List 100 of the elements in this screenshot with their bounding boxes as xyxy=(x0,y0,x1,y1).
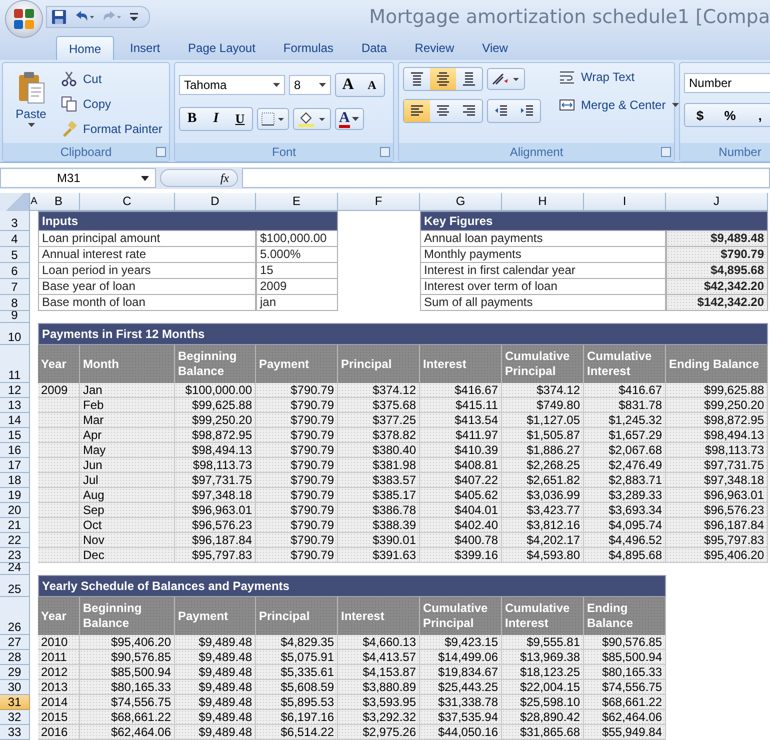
column-header[interactable]: E xyxy=(256,193,338,211)
row-header[interactable]: 19 xyxy=(0,488,30,503)
row-header[interactable]: 15 xyxy=(0,428,30,443)
row-header[interactable]: 5 xyxy=(0,247,30,263)
font-size-field[interactable]: 8 xyxy=(289,75,331,95)
number-format-field[interactable]: Number xyxy=(684,73,770,93)
underline-button[interactable]: U xyxy=(228,108,252,130)
table-cell: $99,250.20 xyxy=(666,398,768,413)
ribbon-tab[interactable]: Home xyxy=(56,36,114,60)
row-header[interactable]: 13 xyxy=(0,398,30,413)
italic-button[interactable]: I xyxy=(204,108,228,130)
ribbon-tab[interactable]: Formulas xyxy=(271,36,346,60)
row-header[interactable]: 31 xyxy=(0,695,30,710)
ribbon-tab[interactable]: Review xyxy=(402,36,466,60)
row-header[interactable]: 30 xyxy=(0,680,30,695)
row-header[interactable]: 16 xyxy=(0,443,30,458)
shrink-font-button[interactable]: A xyxy=(360,74,384,96)
table-cell: 2009 xyxy=(38,383,80,398)
wrap-text-button[interactable]: Wrap Text xyxy=(557,67,681,87)
row-header[interactable]: 22 xyxy=(0,533,30,548)
table-cell: $378.82 xyxy=(338,428,420,443)
ribbon-tab[interactable]: Insert xyxy=(118,36,172,60)
table-cell: 2015 xyxy=(38,710,80,725)
column-header[interactable]: D xyxy=(175,193,256,211)
row-header[interactable]: 17 xyxy=(0,458,30,473)
paste-button[interactable]: Paste xyxy=(7,67,55,143)
ribbon-tab[interactable]: Page Layout xyxy=(176,36,268,60)
column-header[interactable]: A xyxy=(30,193,38,211)
row-header[interactable]: 18 xyxy=(0,473,30,488)
column-header[interactable]: H xyxy=(502,193,584,211)
row-header[interactable]: 33 xyxy=(0,725,30,740)
dialog-launcher-icon[interactable] xyxy=(661,147,671,157)
clipboard-icon xyxy=(16,71,46,105)
row-header[interactable]: 20 xyxy=(0,503,30,518)
table-cell: $98,494.13 xyxy=(175,443,256,458)
left-align-button[interactable] xyxy=(404,100,430,122)
column-header[interactable]: B xyxy=(38,193,80,211)
fill-color-button[interactable] xyxy=(293,108,331,130)
office-button[interactable] xyxy=(6,0,42,36)
dialog-launcher-icon[interactable] xyxy=(156,147,166,157)
row-header[interactable]: 29 xyxy=(0,665,30,680)
column-header[interactable]: J xyxy=(666,193,768,211)
font-name-field[interactable]: Tahoma xyxy=(179,75,285,95)
ribbon-tab[interactable]: Data xyxy=(349,36,399,60)
table-cell: $98,113.73 xyxy=(666,443,768,458)
table-cell: Jun xyxy=(80,458,175,473)
scissors-icon xyxy=(61,71,77,87)
table-cell: $388.39 xyxy=(338,518,420,533)
row-header[interactable]: 3 xyxy=(0,211,30,231)
ribbon-tab[interactable]: View xyxy=(470,36,520,60)
row-header[interactable]: 23 xyxy=(0,548,30,563)
bold-button[interactable]: B xyxy=(180,108,204,130)
row-header[interactable]: 10 xyxy=(0,323,30,345)
row-header[interactable]: 4 xyxy=(0,231,30,247)
insert-function-button[interactable]: fx xyxy=(160,169,238,187)
row-header[interactable]: 7 xyxy=(0,279,30,295)
row-header[interactable]: 25 xyxy=(0,575,30,597)
row-header[interactable]: 28 xyxy=(0,650,30,665)
row-header[interactable]: 14 xyxy=(0,413,30,428)
painter-button[interactable]: Format Painter xyxy=(59,119,164,139)
table-cell: $3,292.32 xyxy=(338,710,420,725)
column-header[interactable]: G xyxy=(420,193,502,211)
orientation-button[interactable] xyxy=(487,68,525,90)
name-box[interactable]: M31 xyxy=(0,168,156,188)
dialog-launcher-icon[interactable] xyxy=(380,147,390,157)
row-header[interactable]: 11 xyxy=(0,345,30,383)
column-header[interactable]: C xyxy=(80,193,175,211)
save-icon[interactable] xyxy=(51,8,67,24)
row-header[interactable]: 32 xyxy=(0,710,30,725)
copy-button[interactable]: Copy xyxy=(59,94,164,114)
customize-caret-icon[interactable] xyxy=(129,10,139,22)
column-heading: Payment xyxy=(256,345,338,383)
column-header[interactable]: F xyxy=(338,193,420,211)
table-cell: $374.12 xyxy=(338,383,420,398)
row-header[interactable]: 26 xyxy=(0,597,30,635)
table-cell: $74,556.75 xyxy=(584,680,666,695)
formula-input-field[interactable] xyxy=(242,168,770,188)
table-cell: $4,895.68 xyxy=(584,548,666,563)
row-header[interactable]: 8 xyxy=(0,295,30,311)
number-format-button[interactable]: $ xyxy=(685,104,715,126)
middle-align-button[interactable] xyxy=(430,68,456,90)
table-cell: $90,576.85 xyxy=(80,650,175,665)
number-format-button[interactable]: , xyxy=(745,104,770,126)
table-cell: $2,651.82 xyxy=(502,473,584,488)
table-cell: $3,423.77 xyxy=(502,503,584,518)
increase-indent-icon xyxy=(520,104,534,118)
row-header[interactable]: 21 xyxy=(0,518,30,533)
row-header[interactable]: 27 xyxy=(0,635,30,650)
grow-font-button[interactable]: A xyxy=(336,74,360,96)
cut-button[interactable]: Cut xyxy=(59,69,164,89)
number-format-button[interactable]: % xyxy=(715,104,745,126)
borders-button[interactable] xyxy=(257,108,289,130)
table-cell: $98,872.95 xyxy=(175,428,256,443)
row-header[interactable]: 6 xyxy=(0,263,30,279)
column-header[interactable]: I xyxy=(584,193,666,211)
row-header[interactable]: 12 xyxy=(0,383,30,398)
column-heading: Principal xyxy=(338,345,420,383)
merge-center-button[interactable]: Merge & Center xyxy=(557,95,681,115)
font-color-button[interactable]: A xyxy=(335,108,364,130)
column-heading: Cumulative Principal xyxy=(502,345,584,383)
